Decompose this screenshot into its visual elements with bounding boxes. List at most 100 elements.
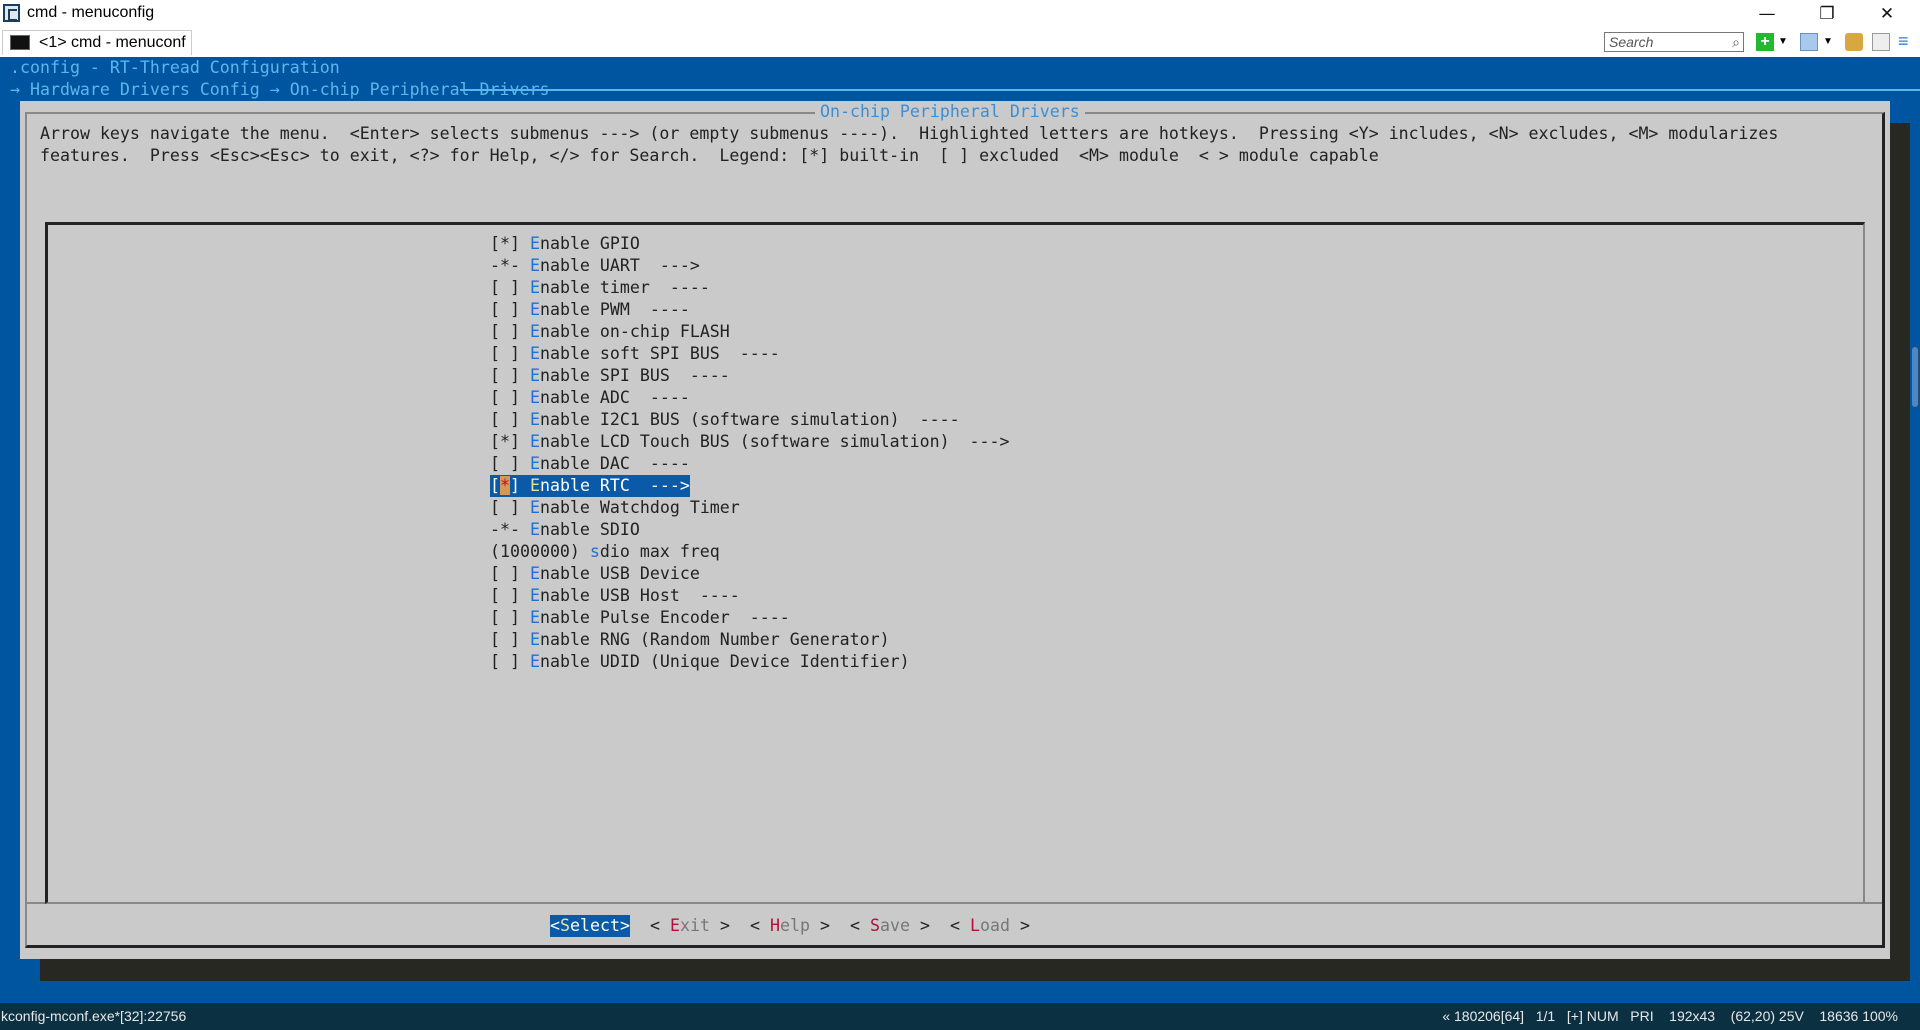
item-state: [ ] [490,608,530,627]
item-label: nable on-chip FLASH [539,322,730,341]
status-info: « 180206[64] 1/1 [+] NUM PRI 192x43 (62,… [1442,1008,1898,1024]
menu-item[interactable]: [*] Enable LCD Touch BUS (software simul… [490,431,1010,453]
menu-item[interactable]: [*] Enable RTC ---> [490,475,690,497]
item-label: nable DAC ---- [539,454,690,473]
item-label: nable I2C1 BUS (software simulation) ---… [539,410,960,429]
split-view-icon[interactable] [1872,33,1890,51]
hotkey-letter: E [529,476,540,495]
tab-cmd-menuconf[interactable]: <1> cmd - menuconf [2,30,192,55]
tab-bar: <1> cmd - menuconf Search ⌕ + ▼ ▼ ≡ [0,27,1920,57]
item-state: [ ] [490,630,530,649]
bracket: < [850,916,870,935]
menu-icon[interactable]: ≡ [1898,32,1916,51]
item-state: [ ] [490,564,530,583]
hotkey-letter: E [529,300,540,319]
item-label: nable SDIO [539,520,640,539]
item-label: nable USB Host ---- [539,586,740,605]
title-bar: cmd - menuconfig — ❐ ✕ [0,0,1920,27]
item-state: [ ] [490,344,530,363]
menu-item[interactable]: [ ] Enable USB Device [490,563,700,585]
menu-item[interactable]: (1000000) sdio max freq [490,541,720,563]
hotkey-letter: E [529,234,540,253]
hotkey-letter: E [529,630,540,649]
item-label: dio max freq [599,542,720,561]
dropdown-arrow-icon[interactable]: ▼ [1823,33,1841,51]
search-icon[interactable]: ⌕ [1732,33,1740,51]
item-state: [ ] [490,498,530,517]
item-state: (1000000) [490,542,590,561]
dropdown-arrow-icon[interactable]: ▼ [1778,33,1796,51]
config-title: .config - RT-Thread Configuration [10,58,340,77]
tab-label: <1> cmd - menuconf [39,34,186,51]
item-label: nable ADC ---- [539,388,690,407]
hotkey-letter: E [669,916,680,935]
item-state: [ ] [490,322,530,341]
close-button[interactable]: ✕ [1864,2,1910,26]
lock-icon[interactable] [1845,33,1863,51]
minimize-button[interactable]: — [1744,2,1790,26]
button-select[interactable]: <Select> [550,915,630,937]
new-console-icon[interactable]: + [1756,33,1774,51]
bracket: > [809,916,830,935]
hotkey-letter: s [589,542,600,561]
button-help[interactable]: < Help > [750,915,830,937]
menu-item[interactable]: -*- Enable SDIO [490,519,640,541]
item-state: [ ] [490,410,530,429]
hotkey-letter: E [529,278,540,297]
hotkey-letter: E [529,410,540,429]
menu-item[interactable]: [ ] Enable SPI BUS ---- [490,365,730,387]
menu-item[interactable]: [ ] Enable Pulse Encoder ---- [490,607,790,629]
menu-item[interactable]: [ ] Enable soft SPI BUS ---- [490,343,780,365]
hotkey-letter: E [529,608,540,627]
menu-item[interactable]: [ ] Enable ADC ---- [490,387,690,409]
menu-item[interactable]: -*- Enable UART ---> [490,255,700,277]
menu-item[interactable]: [*] Enable GPIO [490,233,640,255]
item-label: nable Watchdog Timer [539,498,740,517]
item-label: nable Pulse Encoder ---- [539,608,790,627]
menu-item[interactable]: [ ] Enable UDID (Unique Device Identifie… [490,651,910,673]
console-icon [10,35,30,50]
dialog-shadow [1890,123,1910,981]
menu-item[interactable]: [ ] Enable timer ---- [490,277,710,299]
hotkey-letter: E [529,344,540,363]
app-icon [3,4,20,22]
bracket: < [550,916,560,935]
hotkey-letter: E [529,498,540,517]
console-number-icon[interactable] [1800,33,1818,51]
hotkey-letter: E [529,366,540,385]
hotkey-letter: E [529,564,540,583]
terminal[interactable]: .config - RT-Thread Configuration → Hard… [0,57,1920,1003]
search-input[interactable]: Search ⌕ [1604,32,1744,52]
item-state: ] [510,476,530,495]
button-load[interactable]: < Load > [950,915,1030,937]
menu-item[interactable]: [ ] Enable USB Host ---- [490,585,740,607]
menu-item[interactable]: [ ] Enable Watchdog Timer [490,497,740,519]
menu-item[interactable]: [ ] Enable I2C1 BUS (software simulation… [490,409,960,431]
item-label: nable UDID (Unique Device Identifier) [539,652,910,671]
button-exit[interactable]: < Exit > [650,915,730,937]
item-state: -*- [490,520,530,539]
menu-item[interactable]: [ ] Enable RNG (Random Number Generator) [490,629,890,651]
menu-item[interactable]: [ ] Enable PWM ---- [490,299,690,321]
item-label: nable LCD Touch BUS (software simulation… [539,432,1010,451]
hotkey-letter: E [529,322,540,341]
item-label: nable USB Device [539,564,700,583]
breadcrumb-rule [460,89,1920,91]
hotkey-letter: S [869,916,880,935]
menu-item[interactable]: [ ] Enable on-chip FLASH [490,321,730,343]
item-label: nable PWM ---- [539,300,690,319]
status-bar: kconfig-mconf.exe*[32]:22756 « 180206[64… [0,1003,1920,1030]
hotkey-letter: E [529,256,540,275]
button-save[interactable]: < Save > [850,915,930,937]
scrollbar-thumb[interactable] [1911,346,1919,408]
hotkey-letter: E [529,520,540,539]
bracket: < [950,916,970,935]
item-state: [*] [490,234,530,253]
item-state: [ ] [490,454,530,473]
item-state: [ ] [490,586,530,605]
menu-item[interactable]: [ ] Enable DAC ---- [490,453,690,475]
restore-button[interactable]: ❐ [1804,2,1850,26]
item-state: [ ] [490,366,530,385]
button-label: ave [879,916,910,935]
hotkey-letter: E [529,388,540,407]
